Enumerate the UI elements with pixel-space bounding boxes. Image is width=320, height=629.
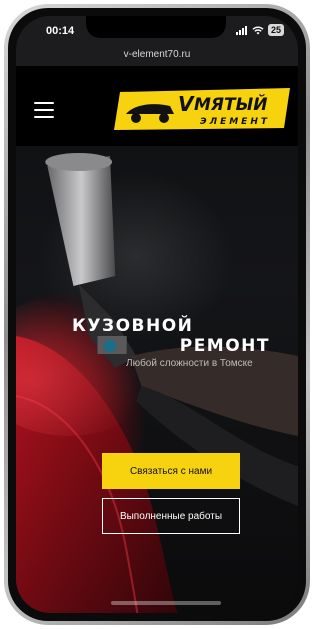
- site-header: V МЯТЫЙ ЭЛЕМЕНТ: [16, 66, 298, 146]
- url-text: v-element70.ru: [123, 49, 191, 60]
- spray-gun-photo: [16, 153, 298, 613]
- hero-title: КУЗОВНОЙ РЕМОНТ: [72, 316, 282, 356]
- website-viewport: V МЯТЫЙ ЭЛЕМЕНТ КУЗОВНОЙ РЕМОНТ Любой сл…: [16, 66, 298, 613]
- home-indicator: [111, 601, 221, 605]
- signal-bars-icon: [235, 25, 247, 35]
- brand-logo[interactable]: V МЯТЫЙ ЭЛЕМЕНТ: [114, 84, 296, 132]
- status-icons: 25: [235, 24, 284, 36]
- status-bar: 00:14 25: [16, 16, 298, 46]
- svg-text:ЭЛЕМЕНТ: ЭЛЕМЕНТ: [200, 117, 270, 127]
- battery-icon: 25: [267, 24, 284, 36]
- hero-title-line1: КУЗОВНОЙ: [72, 316, 194, 336]
- phone-bezel: 00:14 25 v-element70.ru V МЯТЫЙ ЭЛЕМЕНТ …: [8, 8, 306, 621]
- svg-text:V: V: [178, 92, 195, 116]
- phone-screen: 00:14 25 v-element70.ru V МЯТЫЙ ЭЛЕМЕНТ …: [16, 16, 298, 613]
- svg-text:МЯТЫЙ: МЯТЫЙ: [194, 93, 267, 115]
- browser-address-bar[interactable]: v-element70.ru: [16, 46, 298, 66]
- hamburger-menu-icon[interactable]: [34, 102, 54, 118]
- wifi-icon: [252, 26, 264, 34]
- camera-notch: [86, 16, 226, 38]
- hero-subtitle: Любой сложности в Томске: [126, 358, 253, 369]
- status-time: 00:14: [46, 25, 75, 37]
- hero-title-line2: РЕМОНТ: [179, 336, 270, 356]
- contact-us-button[interactable]: Связаться с нами: [102, 453, 240, 489]
- phone-frame: 00:14 25 v-element70.ru V МЯТЫЙ ЭЛЕМЕНТ …: [4, 4, 310, 625]
- completed-works-button[interactable]: Выполненные работы: [102, 498, 240, 534]
